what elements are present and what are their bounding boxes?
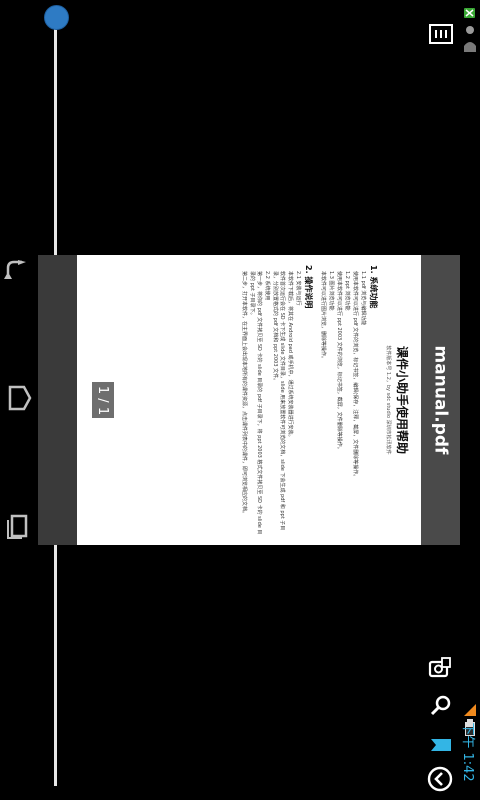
section-paragraph: 本软件下载后，将其在 Android pad 或手机中，通过系统安装器进行安装。: [287, 271, 293, 440]
section-paragraph: 2.1 安装与运行: [295, 271, 301, 306]
section-paragraph: 软件首次运行会在 SD 卡下生成 slide 文件目录，slide 用来放置软件…: [272, 271, 285, 531]
document-title-container: manual.pdf: [421, 255, 460, 545]
page-content: 课件小助手使用帮助 软件版本号 1.2，by sdc studio 深圳市松讯软…: [77, 255, 421, 545]
notification-icons: [462, 6, 478, 66]
section-heading: 2. 操作说明: [304, 265, 313, 309]
page-indicator-text: 1 / 1: [95, 385, 111, 415]
pdf-page[interactable]: 课件小助手使用帮助 软件版本号 1.2，by sdc studio 深圳市松讯软…: [77, 255, 421, 545]
page-subtitle: 软件版本号 1.2，by sdc studio 深圳市松讯软件: [385, 345, 391, 455]
section-paragraph: 2.2 系统使用: [264, 271, 270, 301]
back-circle-icon[interactable]: [427, 766, 453, 792]
section-paragraph: 1.3 图片浏览功能: [328, 271, 334, 311]
section-paragraph: 第二步，打开本软件，在主界面上会出现本地所有的课件资源，点击课件列表中的课件，即…: [241, 271, 247, 517]
grid-menu-icon[interactable]: [429, 24, 453, 44]
clock-text: 下午 1:42: [460, 722, 476, 782]
section-paragraph: 使用本软件可以进行 pdf 文件的浏览，标记书签，编辑(保存，注释，截屏，文件删…: [352, 271, 358, 480]
bookmark-icon[interactable]: [430, 737, 452, 751]
recent-apps-icon[interactable]: [4, 510, 32, 540]
page-indicator: 1 / 1: [92, 382, 114, 418]
home-icon[interactable]: [4, 383, 32, 413]
screenshot-icon[interactable]: [428, 656, 452, 680]
clock: 下午 1:42: [460, 722, 480, 781]
section-paragraph: 1.2 ppt 浏览功能: [344, 271, 350, 311]
back-arrow-icon[interactable]: [4, 258, 32, 288]
section-heading: 1. 系统功能: [369, 265, 378, 309]
page-slider-thumb[interactable]: [44, 5, 69, 30]
page-title: 课件小助手使用帮助: [395, 345, 409, 454]
section-paragraph: 1.1 pdf 浏览与编辑功能: [360, 271, 366, 326]
search-icon[interactable]: [430, 694, 452, 716]
document-filename: manual.pdf: [430, 345, 451, 455]
navigation-bar: [0, 0, 36, 800]
section-paragraph: 第一步，将你的 pdf 文件拷贝至 SD 卡的 slide 目录的 pdf 子目…: [249, 271, 262, 535]
section-paragraph: 本软件可以进行图片浏览，删除等操作。: [320, 271, 326, 362]
section-paragraph: 使用本软件可以进行 ppt 2003 文件的浏览，标记书签，截屏，文件删除等操作…: [336, 271, 342, 452]
